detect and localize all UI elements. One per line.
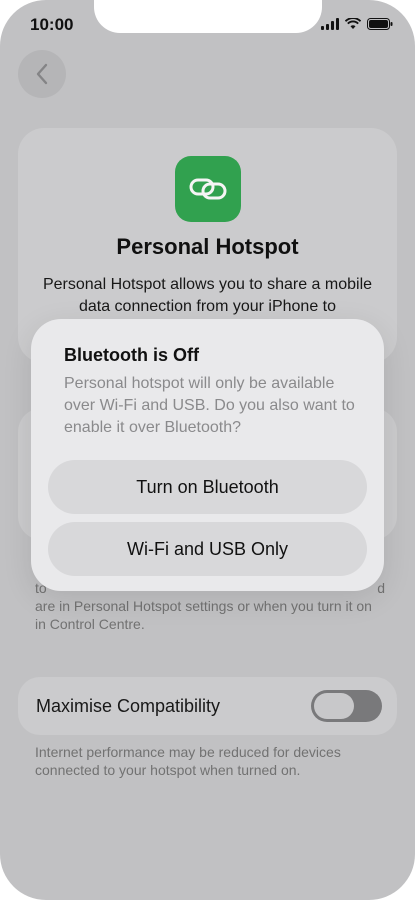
battery-icon	[367, 18, 393, 30]
status-icons	[321, 18, 393, 30]
dialog-title: Bluetooth is Off	[64, 345, 199, 365]
turn-on-bluetooth-button[interactable]: Turn on Bluetooth	[48, 460, 367, 514]
phone-screen: 10:00 Personal Hotspot Personal Hotspot …	[0, 0, 415, 900]
bluetooth-off-dialog: Bluetooth is Off Personal hotspot will o…	[31, 319, 384, 591]
signal-icon	[321, 18, 339, 30]
status-time: 10:00	[30, 15, 74, 34]
wifi-icon	[345, 18, 361, 30]
wifi-usb-only-button[interactable]: Wi-Fi and USB Only	[48, 522, 367, 576]
dialog-body: Personal hotspot will only be available …	[64, 375, 355, 436]
notch	[94, 0, 322, 33]
